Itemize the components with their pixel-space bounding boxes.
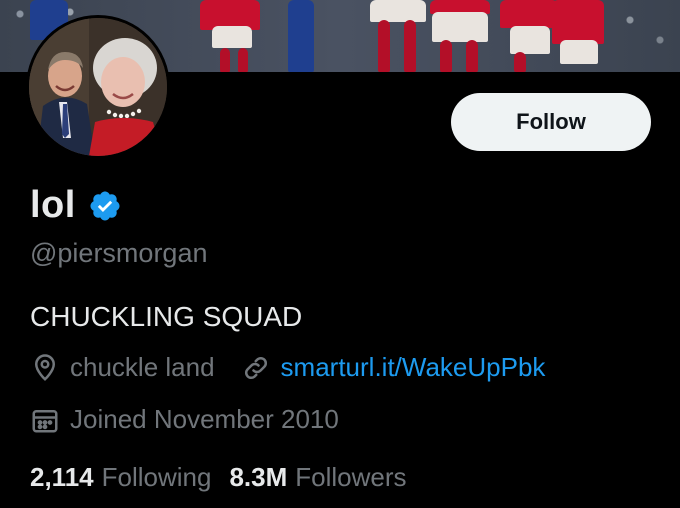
banner-player <box>370 0 426 22</box>
joined-text: Joined November 2010 <box>70 404 339 434</box>
verified-badge-icon[interactable] <box>88 189 122 223</box>
profile-handle: @piersmorgan <box>30 238 208 268</box>
banner-player <box>288 0 314 72</box>
location-pin-icon <box>30 353 60 383</box>
banner-player <box>220 48 230 72</box>
banner-player <box>212 26 252 48</box>
banner-player <box>432 12 488 42</box>
followers-count: 8.3M <box>229 462 288 492</box>
banner-player <box>552 0 604 44</box>
follow-counts: 2,114 Following 8.3M Followers <box>30 462 407 493</box>
calendar-icon <box>30 405 60 435</box>
banner-player <box>404 20 416 72</box>
following-link[interactable]: 2,114 Following <box>30 462 211 493</box>
profile-bio: CHUCKLING SQUAD <box>30 301 303 332</box>
banner-player <box>440 40 452 72</box>
website-link[interactable]: smarturl.it/WakeUpPbk <box>281 352 546 383</box>
followers-label: Followers <box>295 462 407 492</box>
banner-player <box>466 40 478 72</box>
banner-player <box>510 26 550 54</box>
banner-player <box>378 20 390 72</box>
banner-player <box>500 0 558 28</box>
avatar-photo-illustration <box>29 18 167 156</box>
website-item[interactable]: smarturl.it/WakeUpPbk <box>241 352 546 383</box>
follow-button[interactable]: Follow <box>451 93 651 151</box>
banner-player <box>514 52 526 72</box>
following-count: 2,114 <box>30 462 94 492</box>
location-text: chuckle land <box>70 352 215 382</box>
link-icon <box>241 353 271 383</box>
display-name: lol <box>30 184 76 226</box>
joined-row: Joined November 2010 <box>30 404 339 435</box>
profile-meta-row: chuckle land smarturl.it/WakeUpPbk <box>30 352 545 383</box>
location-item: chuckle land <box>30 352 215 383</box>
profile-avatar[interactable] <box>26 15 170 159</box>
display-name-row: lol <box>30 184 122 227</box>
banner-player <box>560 40 598 64</box>
avatar-photo <box>29 18 167 156</box>
followers-link[interactable]: 8.3M Followers <box>229 462 406 493</box>
banner-player <box>238 48 248 72</box>
following-label: Following <box>101 462 212 492</box>
